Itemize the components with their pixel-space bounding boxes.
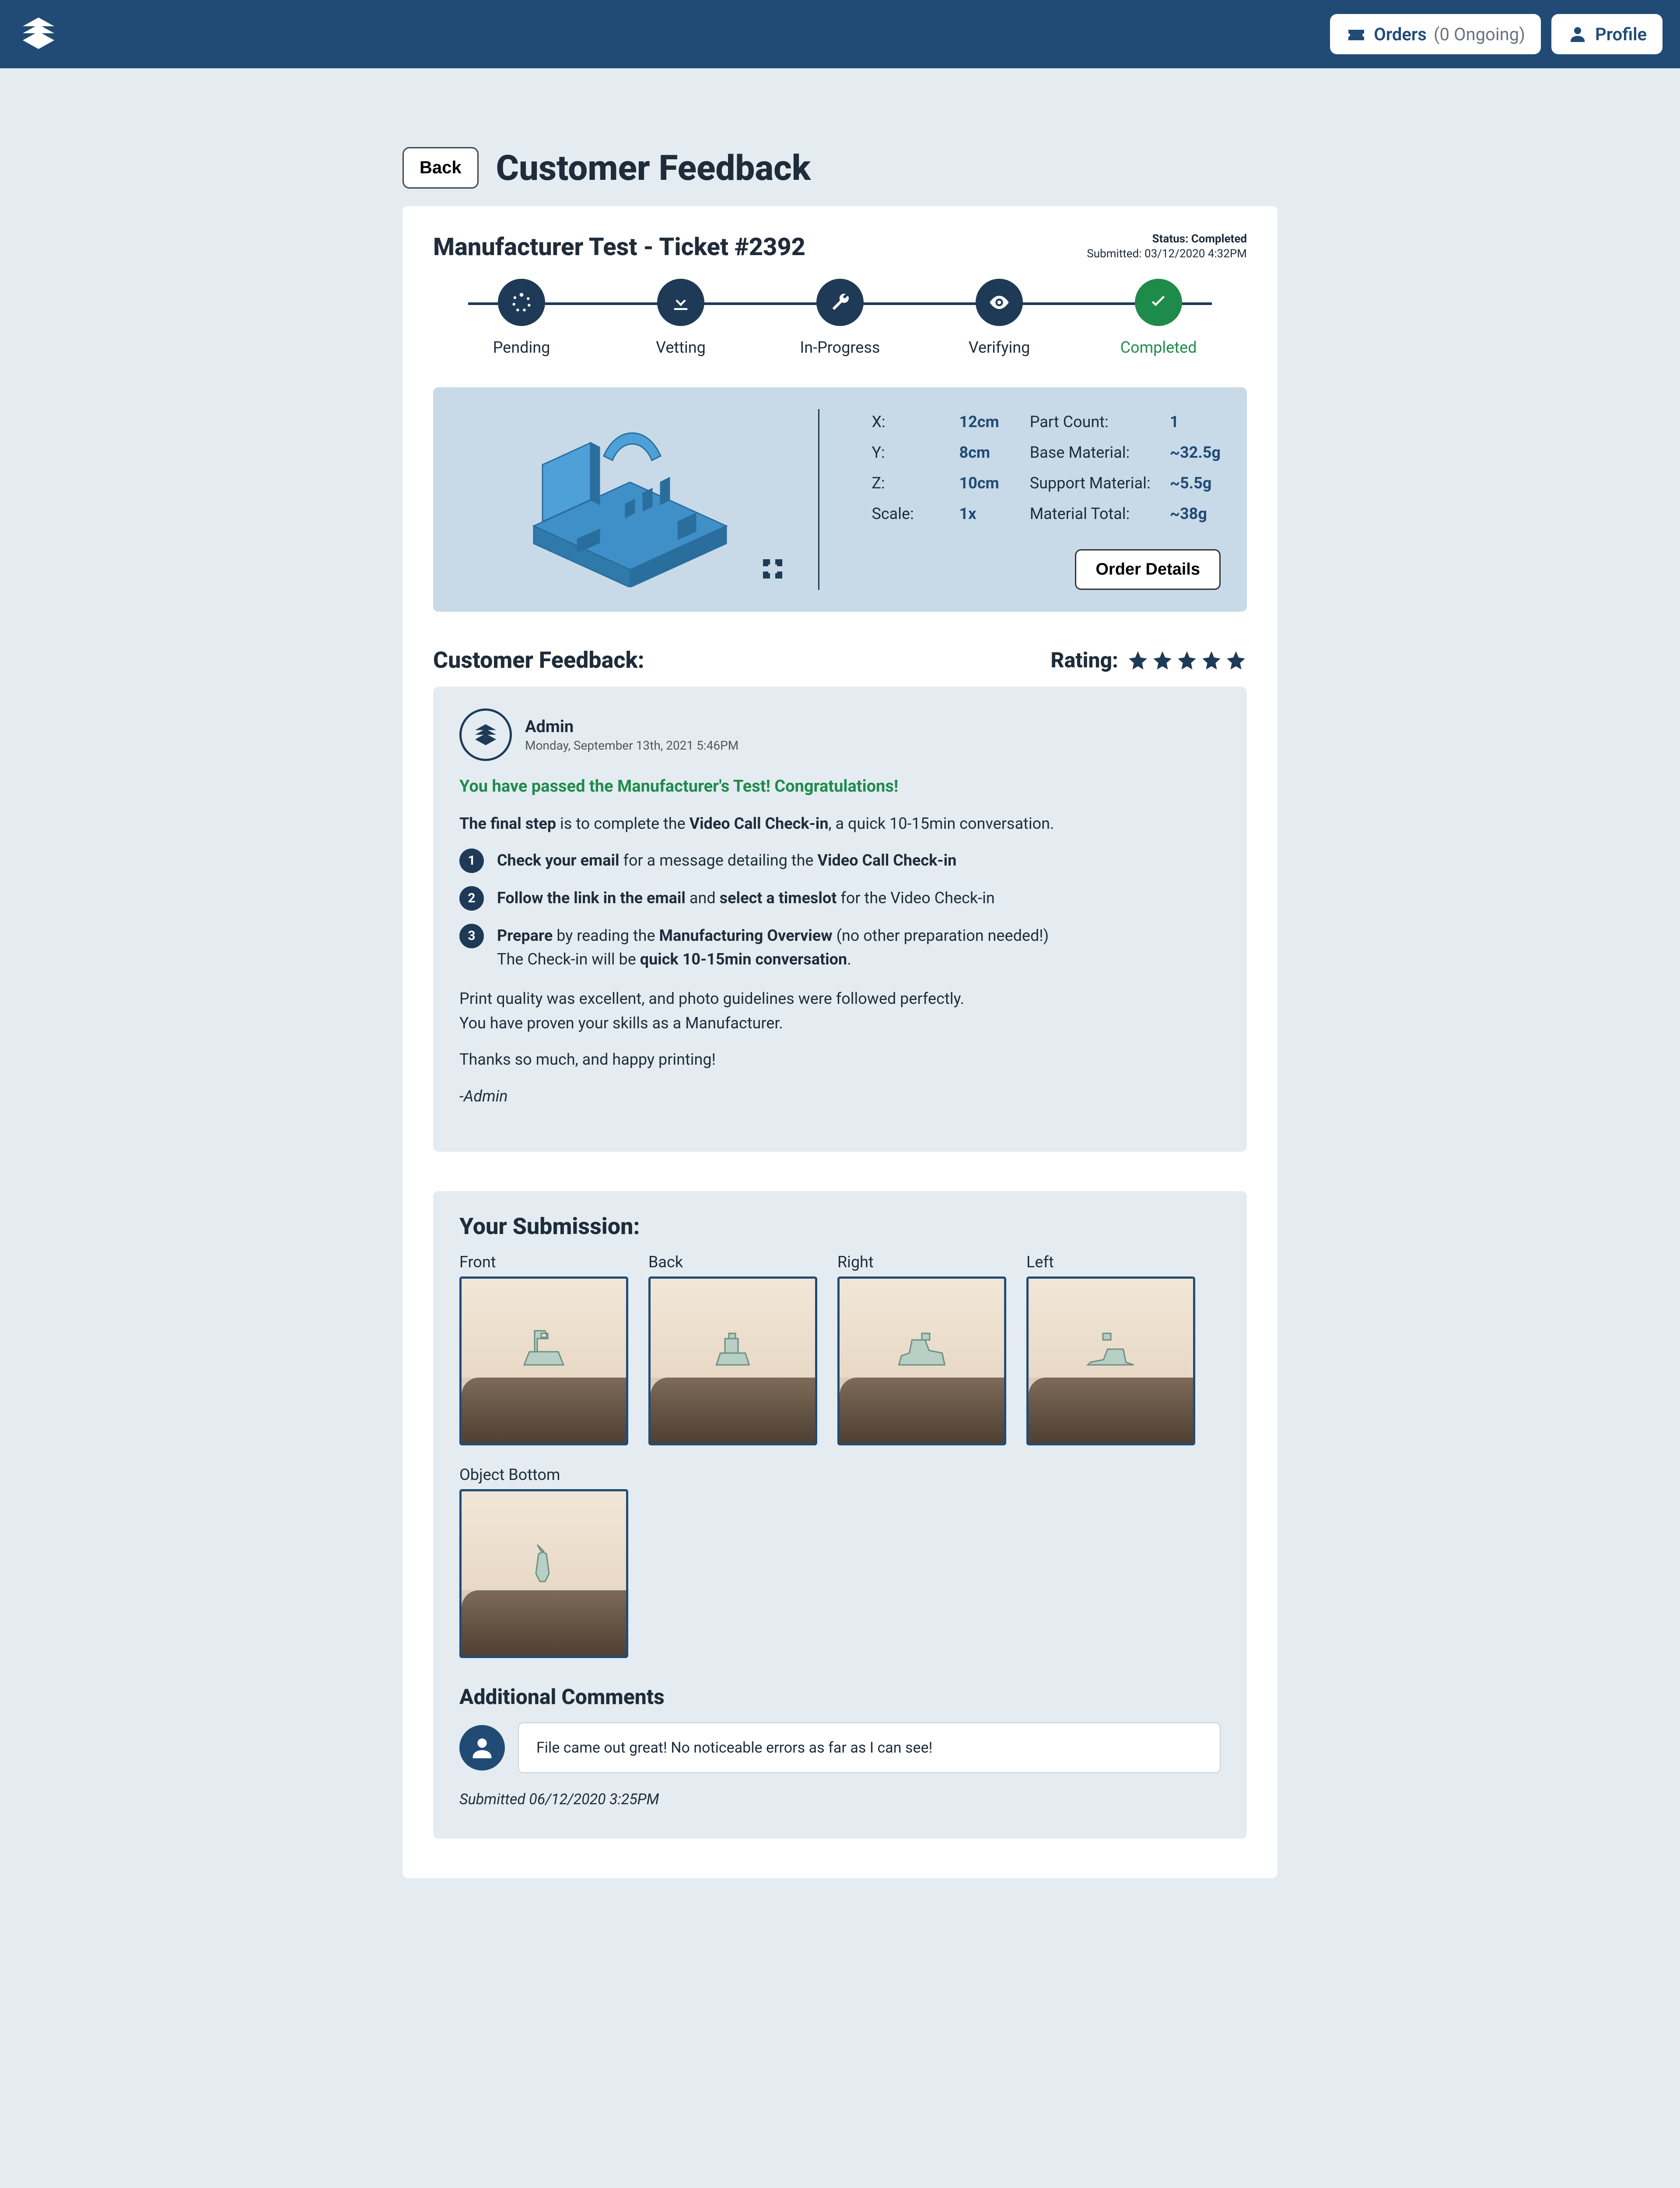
step-vetting: Vetting	[601, 279, 760, 357]
ticket-meta: Status: Completed Submitted: 03/12/2020 …	[1087, 232, 1247, 260]
pending-icon	[510, 291, 533, 314]
thumb-bottom[interactable]: Object Bottom	[459, 1466, 628, 1658]
user-avatar	[459, 1725, 505, 1771]
orders-label: Orders	[1374, 24, 1427, 45]
ticket-title: Manufacturer Test - Ticket #2392	[433, 232, 805, 261]
thumb-left[interactable]: Left	[1026, 1253, 1195, 1445]
star-icon	[1225, 649, 1247, 671]
wrench-icon	[829, 291, 851, 314]
thumb-back[interactable]: Back	[648, 1253, 817, 1445]
star-icon	[1200, 649, 1222, 671]
progress-track: Pending Vetting In-Progress Verifying Co…	[442, 279, 1238, 357]
additional-comments-title: Additional Comments	[459, 1684, 1221, 1709]
thumb-right[interactable]: Right	[837, 1253, 1006, 1445]
order-details-button[interactable]: Order Details	[1075, 549, 1221, 590]
app-logo[interactable]	[18, 12, 60, 56]
orders-count: (0 Ongoing)	[1434, 24, 1525, 45]
spec-box: X:12cm Y:8cm Z:10cm Scale:1x Part Count:…	[433, 387, 1247, 612]
feedback-heading: Customer Feedback:	[433, 647, 644, 673]
thumb-front[interactable]: Front	[459, 1253, 628, 1445]
step-inprogress: In-Progress	[760, 279, 920, 357]
expand-icon[interactable]	[762, 558, 783, 581]
star-group	[1127, 649, 1247, 671]
ticket-icon	[1346, 24, 1367, 45]
ticket-card: Manufacturer Test - Ticket #2392 Status:…	[402, 206, 1278, 1878]
orders-button[interactable]: Orders (0 Ongoing)	[1330, 14, 1541, 54]
step-pending: Pending	[442, 279, 601, 357]
star-icon	[1127, 649, 1149, 671]
author-name: Admin	[525, 717, 738, 736]
submission-box: Your Submission: Front Back Right Left	[433, 1191, 1247, 1839]
admin-avatar	[459, 708, 512, 761]
app-header: Orders (0 Ongoing) Profile	[0, 0, 1680, 68]
page-title: Customer Feedback	[496, 147, 811, 189]
star-icon	[1176, 649, 1198, 671]
feedback-box: Admin Monday, September 13th, 2021 5:46P…	[433, 687, 1247, 1152]
model-3d-icon	[516, 412, 744, 587]
star-icon	[1152, 649, 1173, 671]
user-icon	[1567, 24, 1588, 45]
pass-message: You have passed the Manufacturer's Test!…	[459, 777, 1221, 796]
profile-label: Profile	[1595, 24, 1647, 45]
profile-button[interactable]: Profile	[1551, 14, 1662, 54]
submission-heading: Your Submission:	[459, 1213, 1221, 1240]
submission-date: Submitted 06/12/2020 3:25PM	[459, 1791, 1221, 1808]
download-icon	[669, 291, 692, 314]
model-preview[interactable]	[459, 409, 801, 590]
rating: Rating:	[1051, 648, 1247, 673]
comment-text: File came out great! No noticeable error…	[518, 1722, 1221, 1773]
author-date: Monday, September 13th, 2021 5:46PM	[525, 738, 738, 753]
step-verifying: Verifying	[920, 279, 1079, 357]
check-icon	[1147, 291, 1170, 314]
step-completed: Completed	[1079, 279, 1238, 357]
eye-icon	[988, 291, 1011, 314]
back-button[interactable]: Back	[402, 147, 479, 189]
